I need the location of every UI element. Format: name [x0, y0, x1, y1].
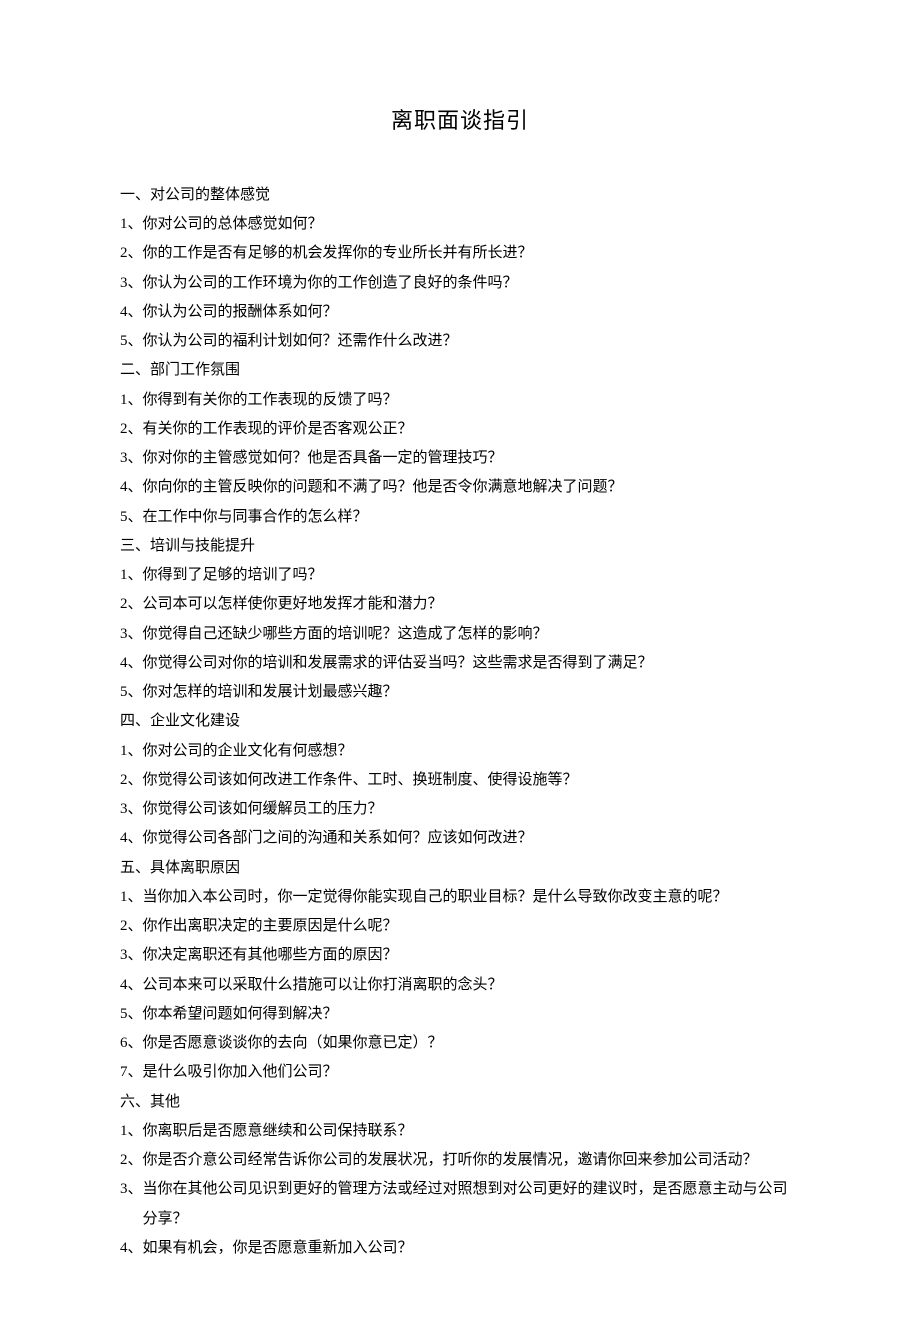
- question-item: 1、当你加入本公司时，你一定觉得你能实现自己的职业目标？是什么导致你改变主意的呢…: [120, 883, 800, 912]
- question-number: 2、: [120, 415, 143, 444]
- question-number: 4、: [120, 824, 143, 853]
- question-item: 2、你的工作是否有足够的机会发挥你的专业所长并有所长进？: [120, 239, 800, 268]
- question-number: 4、: [120, 1234, 143, 1263]
- question-number: 4、: [120, 971, 143, 1000]
- question-number: 3、: [120, 269, 143, 298]
- question-item: 2、有关你的工作表现的评价是否客观公正？: [120, 415, 800, 444]
- question-text: 你觉得公司该如何缓解员工的压力？: [143, 795, 800, 824]
- question-number: 5、: [120, 1000, 143, 1029]
- question-item: 3、你决定离职还有其他哪些方面的原因？: [120, 941, 800, 970]
- question-number: 1、: [120, 1117, 143, 1146]
- question-number: 2、: [120, 766, 143, 795]
- question-item: 1、你得到有关你的工作表现的反馈了吗？: [120, 386, 800, 415]
- question-item: 2、公司本可以怎样使你更好地发挥才能和潜力？: [120, 590, 800, 619]
- question-item: 5、在工作中你与同事合作的怎么样？: [120, 503, 800, 532]
- question-item: 7、是什么吸引你加入他们公司？: [120, 1058, 800, 1087]
- question-number: 2、: [120, 590, 143, 619]
- question-text: 你觉得公司该如何改进工作条件、工时、换班制度、使得设施等？: [143, 766, 800, 795]
- question-item: 1、你离职后是否愿意继续和公司保持联系？: [120, 1117, 800, 1146]
- question-item: 2、你是否介意公司经常告诉你公司的发展状况，打听你的发展情况，邀请你回来参加公司…: [120, 1146, 800, 1175]
- question-number: 7、: [120, 1058, 143, 1087]
- question-item: 4、你认为公司的报酬体系如何？: [120, 298, 800, 327]
- question-text: 你得到了足够的培训了吗？: [143, 561, 800, 590]
- section-heading: 五、具体离职原因: [120, 854, 800, 883]
- question-item: 3、你对你的主管感觉如何？他是否具备一定的管理技巧？: [120, 444, 800, 473]
- question-item: 4、你觉得公司各部门之间的沟通和关系如何？应该如何改进？: [120, 824, 800, 853]
- section-heading: 三、培训与技能提升: [120, 532, 800, 561]
- question-text: 你对怎样的培训和发展计划最感兴趣？: [143, 678, 800, 707]
- question-item: 4、如果有机会，你是否愿意重新加入公司？: [120, 1234, 800, 1263]
- section-heading: 四、企业文化建设: [120, 707, 800, 736]
- question-number: 3、: [120, 1175, 143, 1234]
- question-number: 3、: [120, 941, 143, 970]
- question-number: 3、: [120, 620, 143, 649]
- section-heading: 六、其他: [120, 1088, 800, 1117]
- question-text: 你本希望问题如何得到解决？: [143, 1000, 800, 1029]
- question-item: 4、你觉得公司对你的培训和发展需求的评估妥当吗？这些需求是否得到了满足？: [120, 649, 800, 678]
- question-item: 5、你认为公司的福利计划如何？还需作什么改进？: [120, 327, 800, 356]
- question-number: 4、: [120, 298, 143, 327]
- question-text: 在工作中你与同事合作的怎么样？: [143, 503, 800, 532]
- question-item: 1、你对公司的企业文化有何感想？: [120, 737, 800, 766]
- question-text: 公司本可以怎样使你更好地发挥才能和潜力？: [143, 590, 800, 619]
- question-item: 3、你觉得公司该如何缓解员工的压力？: [120, 795, 800, 824]
- question-item: 4、你向你的主管反映你的问题和不满了吗？他是否令你满意地解决了问题？: [120, 473, 800, 502]
- question-item: 3、你觉得自己还缺少哪些方面的培训呢？这造成了怎样的影响？: [120, 620, 800, 649]
- document-body: 一、对公司的整体感觉1、你对公司的总体感觉如何？2、你的工作是否有足够的机会发挥…: [120, 181, 800, 1263]
- question-text: 你认为公司的报酬体系如何？: [143, 298, 800, 327]
- question-text: 你作出离职决定的主要原因是什么呢？: [143, 912, 800, 941]
- section-heading: 一、对公司的整体感觉: [120, 181, 800, 210]
- question-text: 是什么吸引你加入他们公司？: [143, 1058, 800, 1087]
- question-number: 2、: [120, 239, 143, 268]
- question-text: 你认为公司的工作环境为你的工作创造了良好的条件吗？: [143, 269, 800, 298]
- question-text: 你得到有关你的工作表现的反馈了吗？: [143, 386, 800, 415]
- question-text: 你对公司的总体感觉如何？: [143, 210, 800, 239]
- question-text: 你决定离职还有其他哪些方面的原因？: [143, 941, 800, 970]
- question-item: 1、你对公司的总体感觉如何？: [120, 210, 800, 239]
- question-text: 你认为公司的福利计划如何？还需作什么改进？: [143, 327, 800, 356]
- question-number: 2、: [120, 1146, 143, 1175]
- question-text: 你离职后是否愿意继续和公司保持联系？: [143, 1117, 800, 1146]
- question-text: 你觉得公司各部门之间的沟通和关系如何？应该如何改进？: [143, 824, 800, 853]
- question-number: 5、: [120, 327, 143, 356]
- question-text: 你对你的主管感觉如何？他是否具备一定的管理技巧？: [143, 444, 800, 473]
- question-text: 有关你的工作表现的评价是否客观公正？: [143, 415, 800, 444]
- question-item: 5、你对怎样的培训和发展计划最感兴趣？: [120, 678, 800, 707]
- question-number: 6、: [120, 1029, 143, 1058]
- question-number: 2、: [120, 912, 143, 941]
- question-number: 4、: [120, 649, 143, 678]
- question-number: 3、: [120, 444, 143, 473]
- question-item: 3、当你在其他公司见识到更好的管理方法或经过对照想到对公司更好的建议时，是否愿意…: [120, 1175, 800, 1234]
- question-text: 你觉得公司对你的培训和发展需求的评估妥当吗？这些需求是否得到了满足？: [143, 649, 800, 678]
- question-text: 公司本来可以采取什么措施可以让你打消离职的念头？: [143, 971, 800, 1000]
- question-item: 6、你是否愿意谈谈你的去向（如果你意已定）？: [120, 1029, 800, 1058]
- question-number: 1、: [120, 386, 143, 415]
- question-number: 1、: [120, 561, 143, 590]
- document-title: 离职面谈指引: [120, 100, 800, 143]
- question-number: 1、: [120, 737, 143, 766]
- question-number: 4、: [120, 473, 143, 502]
- question-text: 你是否愿意谈谈你的去向（如果你意已定）？: [143, 1029, 800, 1058]
- question-item: 1、你得到了足够的培训了吗？: [120, 561, 800, 590]
- question-text: 当你加入本公司时，你一定觉得你能实现自己的职业目标？是什么导致你改变主意的呢？: [143, 883, 800, 912]
- question-text: 你向你的主管反映你的问题和不满了吗？他是否令你满意地解决了问题？: [143, 473, 800, 502]
- question-item: 2、你作出离职决定的主要原因是什么呢？: [120, 912, 800, 941]
- question-text: 你对公司的企业文化有何感想？: [143, 737, 800, 766]
- question-number: 1、: [120, 883, 143, 912]
- question-number: 5、: [120, 678, 143, 707]
- question-item: 2、你觉得公司该如何改进工作条件、工时、换班制度、使得设施等？: [120, 766, 800, 795]
- question-number: 1、: [120, 210, 143, 239]
- question-number: 5、: [120, 503, 143, 532]
- question-text: 你的工作是否有足够的机会发挥你的专业所长并有所长进？: [143, 239, 800, 268]
- question-text: 当你在其他公司见识到更好的管理方法或经过对照想到对公司更好的建议时，是否愿意主动…: [143, 1175, 800, 1234]
- section-heading: 二、部门工作氛围: [120, 356, 800, 385]
- question-number: 3、: [120, 795, 143, 824]
- question-item: 5、你本希望问题如何得到解决？: [120, 1000, 800, 1029]
- question-text: 你觉得自己还缺少哪些方面的培训呢？这造成了怎样的影响？: [143, 620, 800, 649]
- question-text: 如果有机会，你是否愿意重新加入公司？: [143, 1234, 800, 1263]
- question-item: 4、公司本来可以采取什么措施可以让你打消离职的念头？: [120, 971, 800, 1000]
- question-text: 你是否介意公司经常告诉你公司的发展状况，打听你的发展情况，邀请你回来参加公司活动…: [143, 1146, 800, 1175]
- question-item: 3、你认为公司的工作环境为你的工作创造了良好的条件吗？: [120, 269, 800, 298]
